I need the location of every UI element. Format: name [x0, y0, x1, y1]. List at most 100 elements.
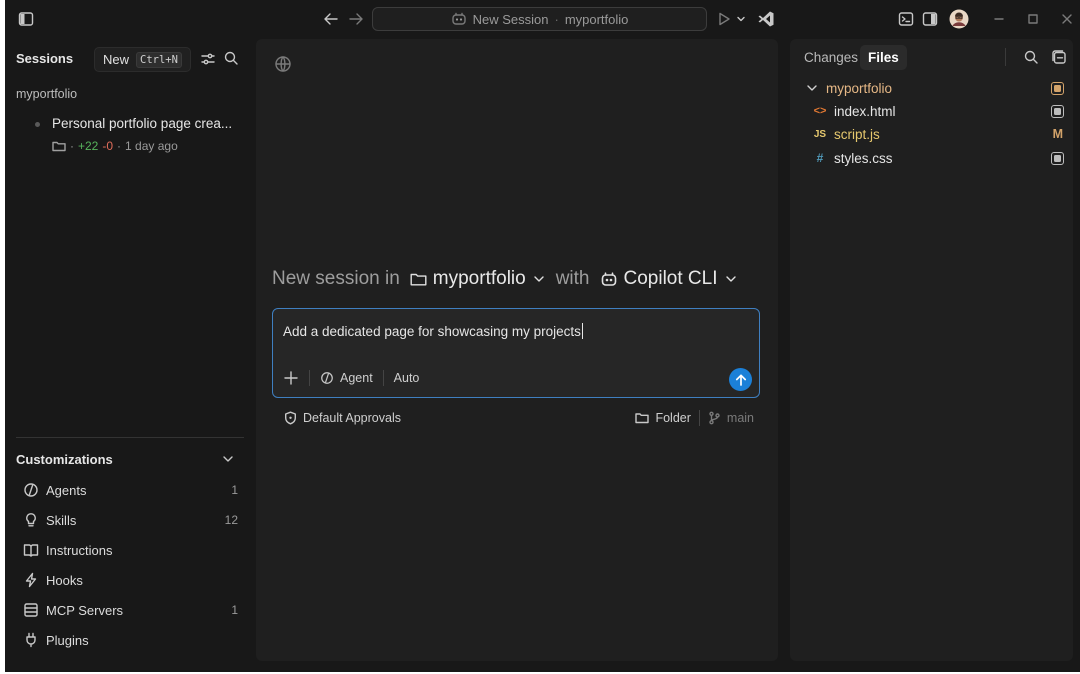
approvals-picker[interactable]: Default Approvals — [284, 411, 401, 425]
customization-count: 12 — [224, 513, 238, 527]
customization-item-hooks[interactable]: Hooks — [22, 569, 238, 591]
folder-toggle[interactable]: Folder — [635, 411, 691, 425]
session-time: 1 day ago — [125, 139, 178, 153]
customization-label: Hooks — [46, 572, 83, 588]
new-session-label: New — [103, 52, 130, 67]
customization-item-agents[interactable]: Agents 1 — [22, 479, 238, 501]
tree-item-label: styles.css — [834, 150, 893, 166]
copilot-icon — [600, 270, 618, 288]
tab-changes[interactable]: Changes — [796, 45, 866, 70]
html-file-icon: <> — [813, 105, 827, 117]
copilot-icon — [451, 11, 467, 27]
chat-input-text[interactable]: Add a dedicated page for showcasing my p… — [283, 323, 583, 339]
customization-item-mcp-servers[interactable]: MCP Servers 1 — [22, 599, 238, 621]
add-context-icon[interactable] — [283, 370, 299, 386]
tree-item-label: index.html — [834, 103, 896, 119]
maximize-icon[interactable] — [1024, 10, 1042, 28]
customization-label: Skills — [46, 512, 77, 528]
branch-label: main — [726, 411, 754, 425]
plug-icon — [22, 632, 40, 648]
new-session-shortcut: Ctrl+N — [136, 51, 182, 68]
customization-label: Instructions — [46, 542, 113, 558]
vscode-icon[interactable] — [756, 9, 776, 29]
customization-label: Plugins — [46, 632, 89, 648]
tree-item-styles-css[interactable]: # styles.css — [812, 147, 1064, 169]
customizations-header[interactable]: Customizations — [16, 452, 113, 467]
command-center[interactable]: New Session · myportfolio — [372, 7, 707, 31]
main-chat-panel: New session in myportfolio with Copilot … — [256, 39, 778, 661]
back-arrow-icon[interactable] — [322, 10, 340, 28]
with-label: with — [555, 268, 590, 289]
folder-picker[interactable]: myportfolio — [410, 268, 546, 290]
modified-indicator-icon — [1051, 81, 1064, 95]
chevron-down-icon[interactable] — [221, 452, 235, 466]
avatar[interactable] — [948, 8, 970, 30]
tab-files[interactable]: Files — [860, 45, 907, 70]
session-repo-label: myportfolio — [16, 87, 78, 101]
toggle-sidebar-icon[interactable] — [17, 10, 35, 28]
title-bar: New Session · myportfolio — [5, 0, 1080, 38]
css-file-icon: # — [816, 151, 824, 165]
chevron-down-icon — [532, 272, 546, 286]
tree-item-script-js[interactable]: JS script.js M — [812, 123, 1064, 145]
collapse-all-icon[interactable] — [1050, 48, 1068, 66]
model-picker[interactable]: Auto — [394, 371, 420, 385]
customization-item-plugins[interactable]: Plugins — [22, 629, 238, 651]
files-panel: Changes Files myportfolio <> index.html … — [790, 39, 1073, 661]
session-options-row: Default Approvals Folder main — [284, 410, 754, 426]
new-session-prefix: New session in — [272, 268, 400, 289]
tree-item-folder-myportfolio[interactable]: myportfolio — [804, 77, 1064, 99]
customization-count: 1 — [231, 483, 238, 497]
modified-badge: M — [1052, 127, 1063, 141]
lightbulb-icon — [22, 512, 40, 528]
title-separator: · — [554, 11, 559, 27]
agent-picker[interactable]: Copilot CLI — [600, 268, 738, 290]
globe-icon[interactable] — [274, 55, 292, 73]
chevron-down-icon — [724, 272, 738, 286]
agent-icon — [320, 371, 334, 385]
tree-item-index-html[interactable]: <> index.html — [812, 100, 1064, 122]
agent-picker-label: Copilot CLI — [623, 268, 718, 289]
book-icon — [22, 542, 40, 558]
search-icon[interactable] — [1022, 48, 1040, 66]
sessions-header: Sessions — [16, 51, 74, 66]
lightning-icon — [22, 572, 40, 588]
close-icon[interactable] — [1058, 10, 1076, 28]
forward-arrow-icon[interactable] — [347, 10, 365, 28]
toggle-panel-icon[interactable] — [921, 10, 939, 28]
customization-item-skills[interactable]: Skills 12 — [22, 509, 238, 531]
customization-item-instructions[interactable]: Instructions — [22, 539, 238, 561]
branch-picker[interactable]: main — [708, 411, 754, 425]
customization-count: 1 — [231, 603, 238, 617]
arrow-up-icon — [735, 373, 746, 386]
toolbar-divider — [382, 370, 384, 386]
js-file-icon: JS — [813, 128, 827, 140]
folder-picker-label: myportfolio — [432, 268, 526, 289]
run-dropdown-chevron-icon[interactable] — [734, 10, 748, 28]
filter-icon[interactable] — [199, 50, 217, 68]
customization-label: Agents — [46, 482, 87, 498]
git-branch-icon — [708, 411, 721, 425]
minimize-icon[interactable] — [990, 10, 1008, 28]
sessions-sidebar: Sessions New Ctrl+N myportfolio Personal… — [5, 38, 253, 662]
tree-item-label: script.js — [834, 126, 880, 142]
chevron-down-icon — [804, 81, 820, 95]
session-meta-separator: · — [117, 139, 122, 153]
new-session-button[interactable]: New Ctrl+N — [94, 47, 191, 72]
folder-icon — [52, 140, 66, 152]
folder-icon — [410, 272, 427, 287]
shield-icon — [284, 411, 297, 425]
run-icon[interactable] — [715, 10, 733, 28]
folder-icon — [635, 412, 650, 424]
chat-input-box[interactable]: Add a dedicated page for showcasing my p… — [272, 308, 760, 398]
mode-picker[interactable]: Agent — [320, 371, 373, 385]
terminal-icon[interactable] — [897, 10, 915, 28]
options-divider — [698, 410, 700, 426]
customization-label: MCP Servers — [46, 602, 124, 618]
search-icon[interactable] — [222, 49, 240, 67]
session-item-title: Personal portfolio page crea... — [52, 116, 233, 131]
send-button[interactable] — [729, 368, 752, 391]
lines-removed: -0 — [102, 139, 114, 153]
folder-toggle-label: Folder — [655, 411, 691, 425]
status-indicator-icon — [1051, 104, 1064, 118]
